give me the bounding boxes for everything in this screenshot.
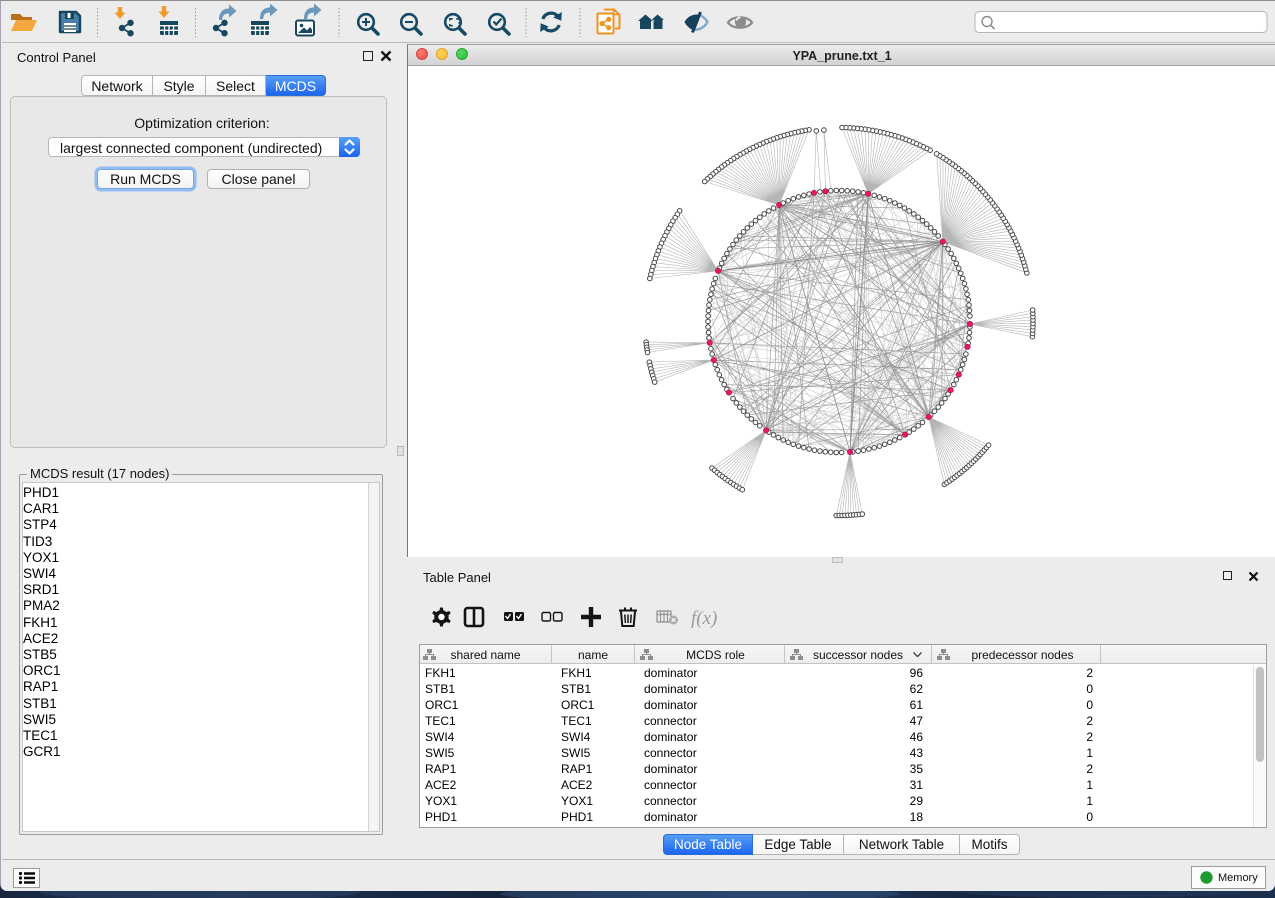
svg-text:f(x): f(x) <box>691 608 717 629</box>
